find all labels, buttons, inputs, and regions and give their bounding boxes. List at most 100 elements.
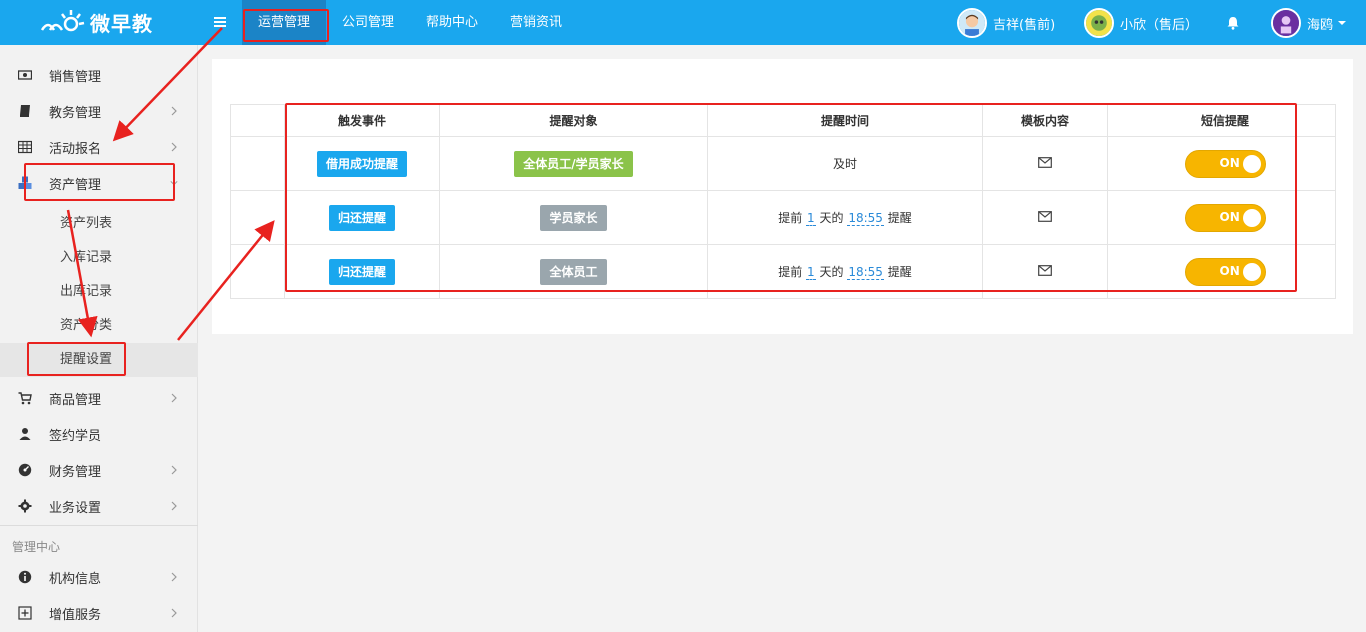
sidebar-item-label: 机构信息: [49, 571, 102, 587]
reminder-table: 触发事件 提醒对象 提醒时间 模板内容 短信提醒 借用成功提醒 全体员工/学员家…: [230, 104, 1336, 299]
target-tag[interactable]: 全体员工: [540, 258, 607, 285]
envelope-icon[interactable]: [1038, 264, 1052, 276]
table-cell-event: 归还提醒: [284, 244, 440, 299]
clock-editable[interactable]: 18:55: [847, 265, 884, 280]
user-presales[interactable]: 吉祥(售前): [957, 7, 1055, 39]
table-cell-blank: [230, 244, 285, 299]
chevron-right-icon: [171, 393, 177, 403]
sidebar-item-students[interactable]: 签约学员: [0, 416, 198, 452]
logo-text: 微早教: [90, 11, 153, 36]
time-suffix: 提醒: [887, 211, 912, 225]
days-editable[interactable]: 1: [806, 265, 816, 280]
table-cell-event: 借用成功提醒: [284, 136, 440, 191]
user-presales-name: 吉祥(售前): [993, 17, 1056, 33]
sidebar-item-label: 财务管理: [49, 464, 102, 480]
sidebar-item-assets[interactable]: 资产管理: [0, 165, 198, 201]
table-row: 归还提醒 全体员工 提前 1 天的 18:55 提醒 ON: [230, 244, 1336, 299]
sidebar-item-label: 销售管理: [49, 69, 102, 85]
logo-sun-icon: [40, 10, 85, 32]
target-tag[interactable]: 学员家长: [540, 204, 607, 231]
logo[interactable]: 微早教: [38, 6, 153, 38]
gear-icon: [18, 499, 32, 513]
target-tag[interactable]: 全体员工/学员家长: [514, 150, 633, 177]
sidebar-item-sales[interactable]: 销售管理: [0, 57, 198, 93]
nav-operations[interactable]: 运营管理: [242, 0, 327, 45]
table-header-time: 提醒时间: [707, 104, 983, 137]
user-aftersales[interactable]: 小欣（售后）: [1084, 7, 1198, 39]
caret-down-icon: [1338, 21, 1347, 25]
sidebar-item-value-added[interactable]: 增值服务: [0, 595, 198, 631]
sms-toggle-label: ON: [1219, 263, 1240, 278]
toggle-knob: [1242, 154, 1261, 173]
avatar: [1084, 8, 1114, 38]
table-icon: [18, 140, 32, 154]
sidebar-item-activity[interactable]: 活动报名: [0, 129, 198, 165]
sidebar-item-products[interactable]: 商品管理: [0, 380, 198, 416]
toggle-knob: [1242, 262, 1261, 281]
chevron-right-icon: [171, 106, 177, 116]
table-cell-target: 学员家长: [439, 190, 708, 245]
envelope-icon[interactable]: [1038, 156, 1052, 168]
table-header-blank: [230, 104, 285, 137]
table-cell-time: 提前 1 天的 18:55 提醒: [707, 190, 983, 245]
chevron-down-icon: [170, 181, 178, 186]
user-menu[interactable]: 海鸥: [1271, 7, 1347, 39]
chevron-right-icon: [171, 608, 177, 618]
chevron-right-icon: [171, 142, 177, 152]
top-nav: 运营管理 公司管理 帮助中心 营销资讯: [242, 0, 578, 45]
sidebar-item-label: 教务管理: [49, 105, 102, 121]
event-tag[interactable]: 借用成功提醒: [316, 150, 407, 177]
time-mid: 天的: [819, 211, 844, 225]
user-icon: [19, 428, 31, 440]
table-cell-sms: ON: [1107, 244, 1336, 299]
dashboard-icon: [18, 463, 32, 477]
sidebar-item-org-info[interactable]: 机构信息: [0, 559, 198, 595]
sms-toggle[interactable]: ON: [1184, 257, 1266, 286]
nav-help[interactable]: 帮助中心: [410, 0, 494, 45]
sidebar-item-label: 资产管理: [49, 177, 102, 193]
time-suffix: 提醒: [887, 265, 912, 279]
money-icon: [18, 70, 32, 80]
time-prefix: 提前: [778, 265, 803, 279]
event-tag[interactable]: 归还提醒: [328, 258, 395, 285]
table-cell-blank: [230, 136, 285, 191]
sms-toggle-label: ON: [1219, 209, 1240, 224]
clock-editable[interactable]: 18:55: [847, 211, 884, 226]
cubes-icon: [18, 176, 32, 189]
sidebar-item-finance[interactable]: 财务管理: [0, 452, 198, 488]
nav-company[interactable]: 公司管理: [326, 0, 410, 45]
table-cell-template: [982, 136, 1108, 191]
table-row: 借用成功提醒 全体员工/学员家长 及时 ON: [230, 136, 1336, 191]
sidebar-item-label: 增值服务: [49, 607, 102, 623]
envelope-icon[interactable]: [1038, 210, 1052, 222]
sidebar-sub-outbound-records[interactable]: 出库记录: [0, 275, 198, 309]
days-editable[interactable]: 1: [806, 211, 816, 226]
chevron-right-icon: [171, 572, 177, 582]
content-panel: 触发事件 提醒对象 提醒时间 模板内容 短信提醒 借用成功提醒 全体员工/学员家…: [212, 59, 1353, 334]
sidebar-section-label: 管理中心: [12, 540, 61, 554]
sidebar-item-academic[interactable]: 教务管理: [0, 93, 198, 129]
menu-toggle-icon[interactable]: [212, 14, 228, 30]
chevron-right-icon: [171, 465, 177, 475]
sidebar-sub-reminder-settings[interactable]: 提醒设置: [0, 343, 198, 377]
sidebar-item-label: 业务设置: [49, 500, 102, 516]
nav-marketing[interactable]: 营销资讯: [494, 0, 578, 45]
table-header-target: 提醒对象: [439, 104, 708, 137]
table-header-row: 触发事件 提醒对象 提醒时间 模板内容 短信提醒: [230, 104, 1336, 137]
sidebar-sub-asset-list[interactable]: 资产列表: [0, 207, 198, 241]
avatar: [1271, 8, 1301, 38]
sms-toggle[interactable]: ON: [1184, 203, 1266, 232]
time-mid: 天的: [819, 265, 844, 279]
sidebar-item-business-settings[interactable]: 业务设置: [0, 488, 198, 524]
table-cell-sms: ON: [1107, 136, 1336, 191]
table-cell-event: 归还提醒: [284, 190, 440, 245]
chevron-right-icon: [171, 501, 177, 511]
time-text: 及时: [832, 157, 857, 171]
table-header-template: 模板内容: [982, 104, 1108, 137]
sidebar-sub-asset-category[interactable]: 资产分类: [0, 309, 198, 343]
sidebar-sub-inbound-records[interactable]: 入库记录: [0, 241, 198, 275]
event-tag[interactable]: 归还提醒: [328, 204, 395, 231]
sms-toggle-label: ON: [1219, 155, 1240, 170]
sms-toggle[interactable]: ON: [1184, 149, 1266, 178]
bell-icon[interactable]: [1226, 16, 1240, 30]
